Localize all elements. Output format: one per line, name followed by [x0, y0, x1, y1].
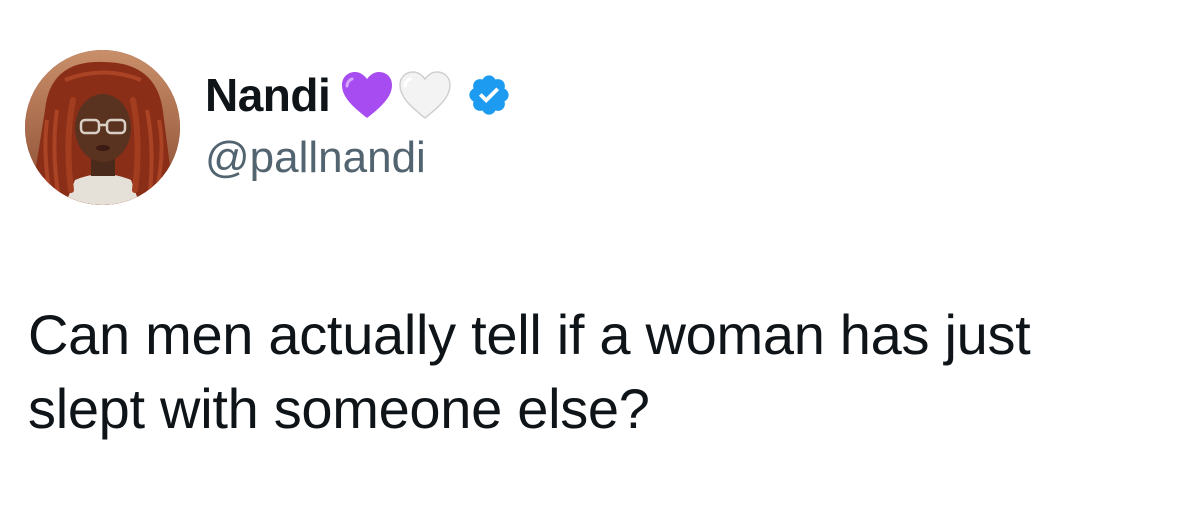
- tweet-text: Can men actually tell if a woman has jus…: [28, 303, 1031, 440]
- display-name[interactable]: Nandi: [205, 72, 331, 118]
- avatar[interactable]: [25, 50, 180, 205]
- tweet-card: Nandi @pallnandi Can men actually tell i…: [0, 0, 1200, 529]
- verified-badge-icon[interactable]: [466, 72, 512, 118]
- tweet-header: Nandi @pallnandi: [205, 64, 512, 180]
- white-heart-icon: [398, 70, 452, 120]
- purple-heart-icon: [340, 70, 394, 120]
- avatar-image: [25, 50, 180, 205]
- name-row: Nandi: [205, 64, 512, 126]
- user-handle[interactable]: @pallnandi: [205, 136, 512, 180]
